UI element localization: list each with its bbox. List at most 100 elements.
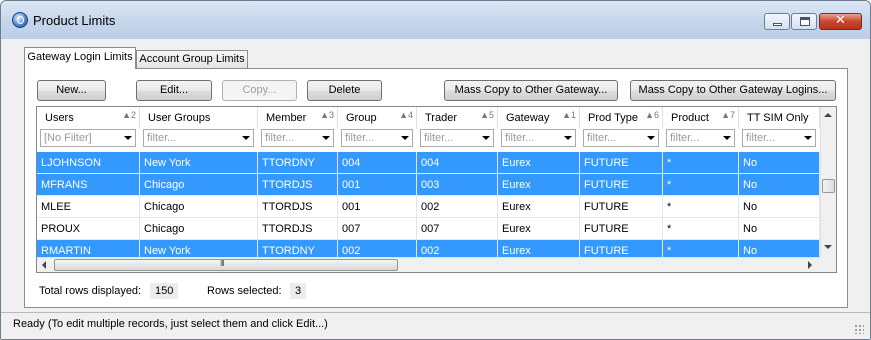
total-rows-value: 150	[150, 283, 179, 299]
filter-placeholder: filter...	[424, 132, 454, 144]
table-cell: Chicago	[140, 174, 258, 196]
table-cell: 004	[338, 152, 417, 174]
vertical-scroll-thumb[interactable]	[822, 179, 835, 193]
table-cell: No	[739, 218, 820, 240]
column-header-tt-sim-only[interactable]: TT SIM Only	[739, 107, 820, 129]
dropdown-arrow-icon[interactable]	[124, 136, 132, 140]
column-header-label: TT SIM Only	[747, 112, 809, 124]
delete-button[interactable]: Delete	[307, 80, 382, 101]
table-cell: FUTURE	[580, 152, 663, 174]
mass-copy-gateway-button[interactable]: Mass Copy to Other Gateway...	[444, 80, 618, 101]
app-globe-icon	[12, 12, 28, 28]
dropdown-arrow-icon[interactable]	[564, 136, 572, 140]
column-header-label: Member	[266, 112, 307, 124]
scroll-corner	[820, 257, 836, 272]
filter-placeholder: filter...	[587, 132, 617, 144]
column-header-trader[interactable]: Trader ▲5	[417, 107, 498, 129]
column-header-users[interactable]: Users ▲2	[37, 107, 140, 129]
table-cell: *	[663, 218, 739, 240]
dropdown-arrow-icon[interactable]	[647, 136, 655, 140]
tab-account-group-limits[interactable]: Account Group Limits	[136, 50, 248, 69]
filter-gateway[interactable]: filter...	[498, 129, 580, 149]
sort-arrow-icon: ▲4	[399, 110, 413, 120]
table-cell: 001	[338, 196, 417, 218]
table-row[interactable]: MFRANS Chicago TTORDJS 001 003 Eurex FUTURE * No	[37, 174, 820, 196]
sort-arrow-icon: ▲2	[122, 110, 136, 120]
column-header-label: User Groups	[148, 112, 211, 124]
mass-copy-logins-button[interactable]: Mass Copy to Other Gateway Logins...	[630, 80, 836, 101]
column-header-prod-type[interactable]: Prod Type ▲6	[580, 107, 663, 129]
table-cell: *	[663, 152, 739, 174]
column-header-group[interactable]: Group ▲4	[338, 107, 417, 129]
status-bar: Ready (To edit multiple records, just se…	[1, 312, 870, 339]
edit-button[interactable]: Edit...	[136, 80, 212, 101]
scroll-grip: III	[220, 259, 225, 268]
horizontal-scrollbar[interactable]: III	[37, 257, 820, 272]
table-row[interactable]: PROUX Chicago TTORDJS 007 007 Eurex FUTURE * No	[37, 218, 820, 240]
minimize-button[interactable]	[764, 13, 790, 30]
sort-arrow-icon: ▲7	[721, 110, 735, 120]
product-limits-window: Product Limits ✕ Gateway Login Limits Ac…	[0, 0, 871, 340]
close-button[interactable]: ✕	[819, 13, 862, 30]
dropdown-arrow-icon[interactable]	[242, 136, 250, 140]
table-cell: 003	[417, 174, 498, 196]
filter-placeholder: filter...	[670, 132, 700, 144]
copy-button[interactable]: Copy...	[222, 80, 297, 101]
dropdown-arrow-icon[interactable]	[322, 136, 330, 140]
resize-grip-icon[interactable]	[854, 324, 864, 334]
table-cell: TTORDNY	[258, 152, 338, 174]
rows-selected-value: 3	[290, 283, 307, 299]
column-header-product[interactable]: Product ▲7	[663, 107, 739, 129]
tab-gateway-login-limits[interactable]: Gateway Login Limits	[24, 47, 136, 69]
sort-arrow-icon: ▲6	[645, 110, 659, 120]
filter-tt-sim-only[interactable]: filter...	[739, 129, 820, 149]
filter-user-groups[interactable]: filter...	[140, 129, 258, 149]
table-cell: 001	[338, 174, 417, 196]
sort-arrow-icon: ▲1	[562, 110, 576, 120]
filter-member[interactable]: filter...	[258, 129, 338, 149]
column-header-member[interactable]: Member ▲3	[258, 107, 338, 129]
new-button[interactable]: New...	[37, 80, 106, 101]
filter-users[interactable]: [No Filter]	[37, 129, 140, 149]
column-header-label: Trader	[425, 112, 457, 124]
table-row[interactable]: MLEE Chicago TTORDJS 001 002 Eurex FUTURE * No	[37, 196, 820, 218]
filter-group[interactable]: filter...	[338, 129, 417, 149]
limits-grid: Users ▲2 User Groups Member ▲3 Group ▲4 …	[36, 106, 837, 273]
table-cell: TTORDJS	[258, 218, 338, 240]
filter-trader[interactable]: filter...	[417, 129, 498, 149]
dropdown-arrow-icon[interactable]	[482, 136, 490, 140]
maximize-button[interactable]	[791, 13, 817, 30]
rows-selected-label: Rows selected:	[207, 285, 282, 297]
column-header-gateway[interactable]: Gateway ▲1	[498, 107, 580, 129]
filter-placeholder: filter...	[345, 132, 375, 144]
status-text: Ready (To edit multiple records, just se…	[13, 318, 328, 330]
horizontal-scroll-thumb[interactable]: III	[54, 259, 398, 271]
scroll-up-icon[interactable]	[824, 113, 832, 117]
scroll-left-icon[interactable]	[42, 261, 46, 269]
table-cell: Eurex	[498, 196, 580, 218]
table-row[interactable]: LJOHNSON New York TTORDNY 004 004 Eurex FUTURE…	[37, 152, 820, 174]
filter-placeholder: filter...	[505, 132, 535, 144]
sort-arrow-icon: ▲5	[480, 110, 494, 120]
table-cell: MFRANS	[37, 174, 140, 196]
scroll-right-icon[interactable]	[808, 261, 812, 269]
dropdown-arrow-icon[interactable]	[723, 136, 731, 140]
table-cell: Chicago	[140, 196, 258, 218]
filter-product[interactable]: filter...	[663, 129, 739, 149]
title-bar[interactable]: Product Limits ✕	[1, 1, 870, 39]
dropdown-arrow-icon[interactable]	[401, 136, 409, 140]
window-title: Product Limits	[33, 13, 116, 28]
column-header-label: Prod Type	[588, 112, 638, 124]
vertical-scrollbar[interactable]	[820, 107, 836, 257]
table-cell: PROUX	[37, 218, 140, 240]
filter-placeholder: filter...	[746, 132, 776, 144]
total-rows-label: Total rows displayed:	[39, 285, 142, 297]
dropdown-arrow-icon[interactable]	[804, 136, 812, 140]
table-cell: *	[663, 196, 739, 218]
column-header-user-groups[interactable]: User Groups	[140, 107, 258, 129]
scroll-down-icon[interactable]	[824, 245, 832, 249]
table-cell: TTORDJS	[258, 196, 338, 218]
filter-prod-type[interactable]: filter...	[580, 129, 663, 149]
column-header-label: Product	[671, 112, 709, 124]
table-cell: New York	[140, 152, 258, 174]
